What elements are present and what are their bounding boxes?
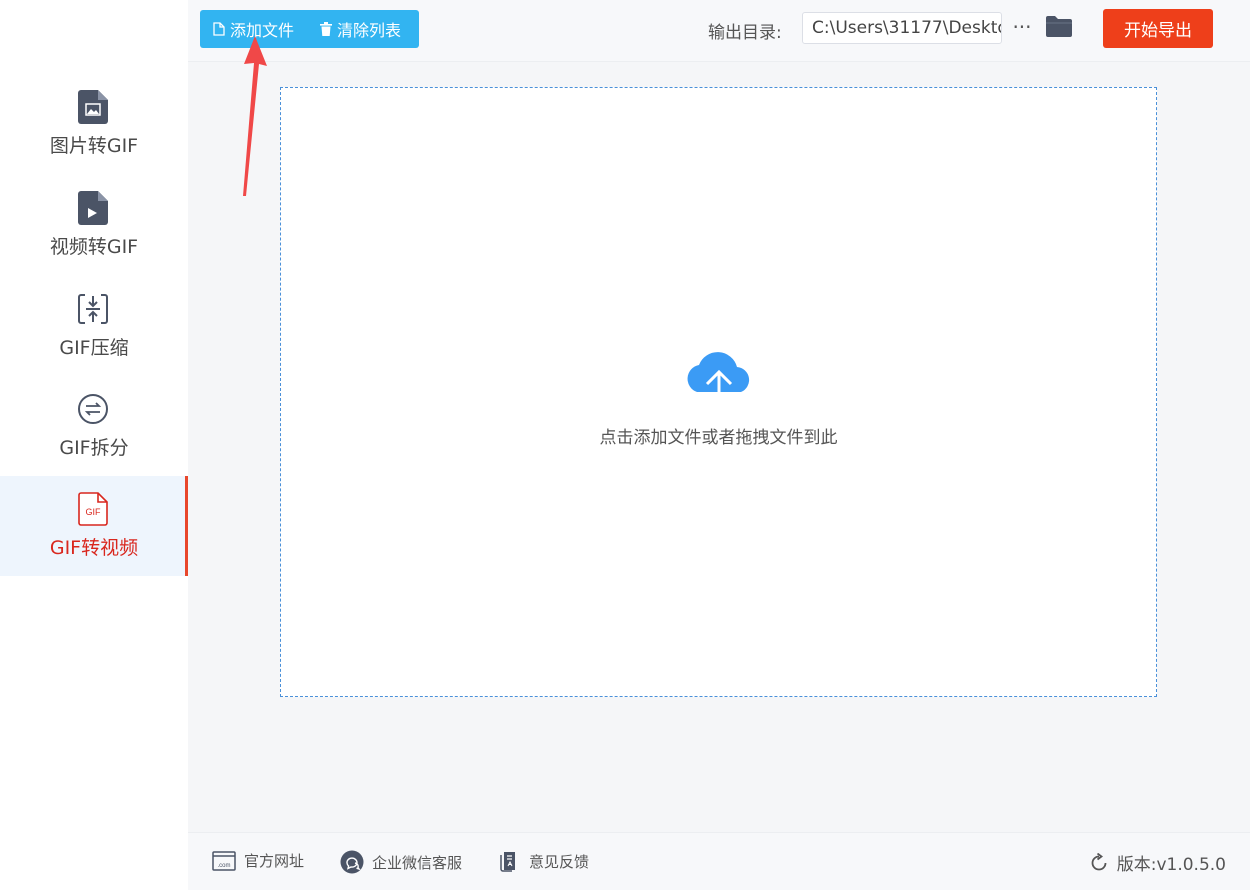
sidebar-item-label: 图片转GIF: [49, 135, 139, 157]
gif-file-icon: GIF: [76, 491, 110, 527]
add-file-button[interactable]: 添加文件: [200, 10, 308, 48]
wechat-label: 企业微信客服: [372, 853, 463, 872]
svg-text:GIF: GIF: [86, 507, 102, 517]
official-website-link[interactable]: .com 官方网址: [212, 850, 304, 871]
file-icon: [213, 22, 225, 36]
drop-zone-hint: 点击添加文件或者拖拽文件到此: [599, 428, 838, 448]
wechat-icon: [340, 850, 364, 874]
sidebar-item-label: 视频转GIF: [49, 236, 139, 258]
feedback-link[interactable]: 意见反馈: [499, 850, 589, 872]
footer: .com 官方网址 企业微信客服 意见反馈 版本:v1.0.5.0: [188, 832, 1250, 890]
website-label: 官方网址: [244, 852, 305, 870]
version-info[interactable]: 版本:v1.0.5.0: [1089, 850, 1226, 875]
website-icon: .com: [212, 850, 236, 871]
sidebar-item-image-to-gif[interactable]: 图片转GIF: [0, 74, 188, 174]
feedback-label: 意见反馈: [529, 852, 590, 871]
output-dir-label: 输出目录:: [708, 23, 782, 43]
file-drop-zone[interactable]: 点击添加文件或者拖拽文件到此: [280, 87, 1157, 697]
svg-text:.com: .com: [217, 863, 230, 869]
sidebar-item-gif-split[interactable]: GIF拆分: [0, 376, 188, 476]
wechat-service-link[interactable]: 企业微信客服: [340, 850, 462, 874]
clear-list-button[interactable]: 清除列表: [308, 10, 401, 48]
clear-list-label: 清除列表: [337, 21, 402, 40]
refresh-icon: [1091, 852, 1107, 870]
sidebar-item-label: GIF拆分: [59, 437, 129, 459]
more-options-button[interactable]: ···: [1010, 12, 1034, 42]
sidebar-item-gif-to-video[interactable]: GIF GIF转视频: [0, 476, 188, 576]
sidebar-item-video-to-gif[interactable]: 视频转GIF: [0, 175, 188, 275]
folder-icon[interactable]: [1046, 15, 1072, 39]
video-file-icon: [76, 190, 110, 226]
start-export-button[interactable]: 开始导出: [1103, 9, 1213, 48]
sidebar: 图片转GIF 视频转GIF GIF压缩 GIF拆分 GIF GIF转视频: [0, 0, 188, 890]
image-file-icon: [76, 89, 110, 125]
output-dir-field[interactable]: C:\Users\31177\Deskto: [802, 12, 1002, 44]
cloud-upload-icon: [681, 346, 757, 412]
sidebar-item-gif-compress[interactable]: GIF压缩: [0, 276, 188, 376]
sidebar-item-label: GIF转视频: [49, 537, 139, 559]
toolbar: 添加文件 清除列表 输出目录: C:\Users\31177\Deskto ··…: [188, 0, 1250, 62]
split-icon: [76, 391, 110, 427]
file-button-group: 添加文件 清除列表: [200, 10, 419, 48]
trash-icon: [320, 22, 332, 36]
main-panel: 添加文件 清除列表 输出目录: C:\Users\31177\Deskto ··…: [188, 0, 1250, 890]
version-label: 版本:v1.0.5.0: [1116, 855, 1226, 875]
add-file-label: 添加文件: [230, 21, 295, 40]
sidebar-item-label: GIF压缩: [59, 337, 129, 359]
feedback-icon: [500, 852, 515, 872]
compress-icon: [76, 291, 110, 327]
